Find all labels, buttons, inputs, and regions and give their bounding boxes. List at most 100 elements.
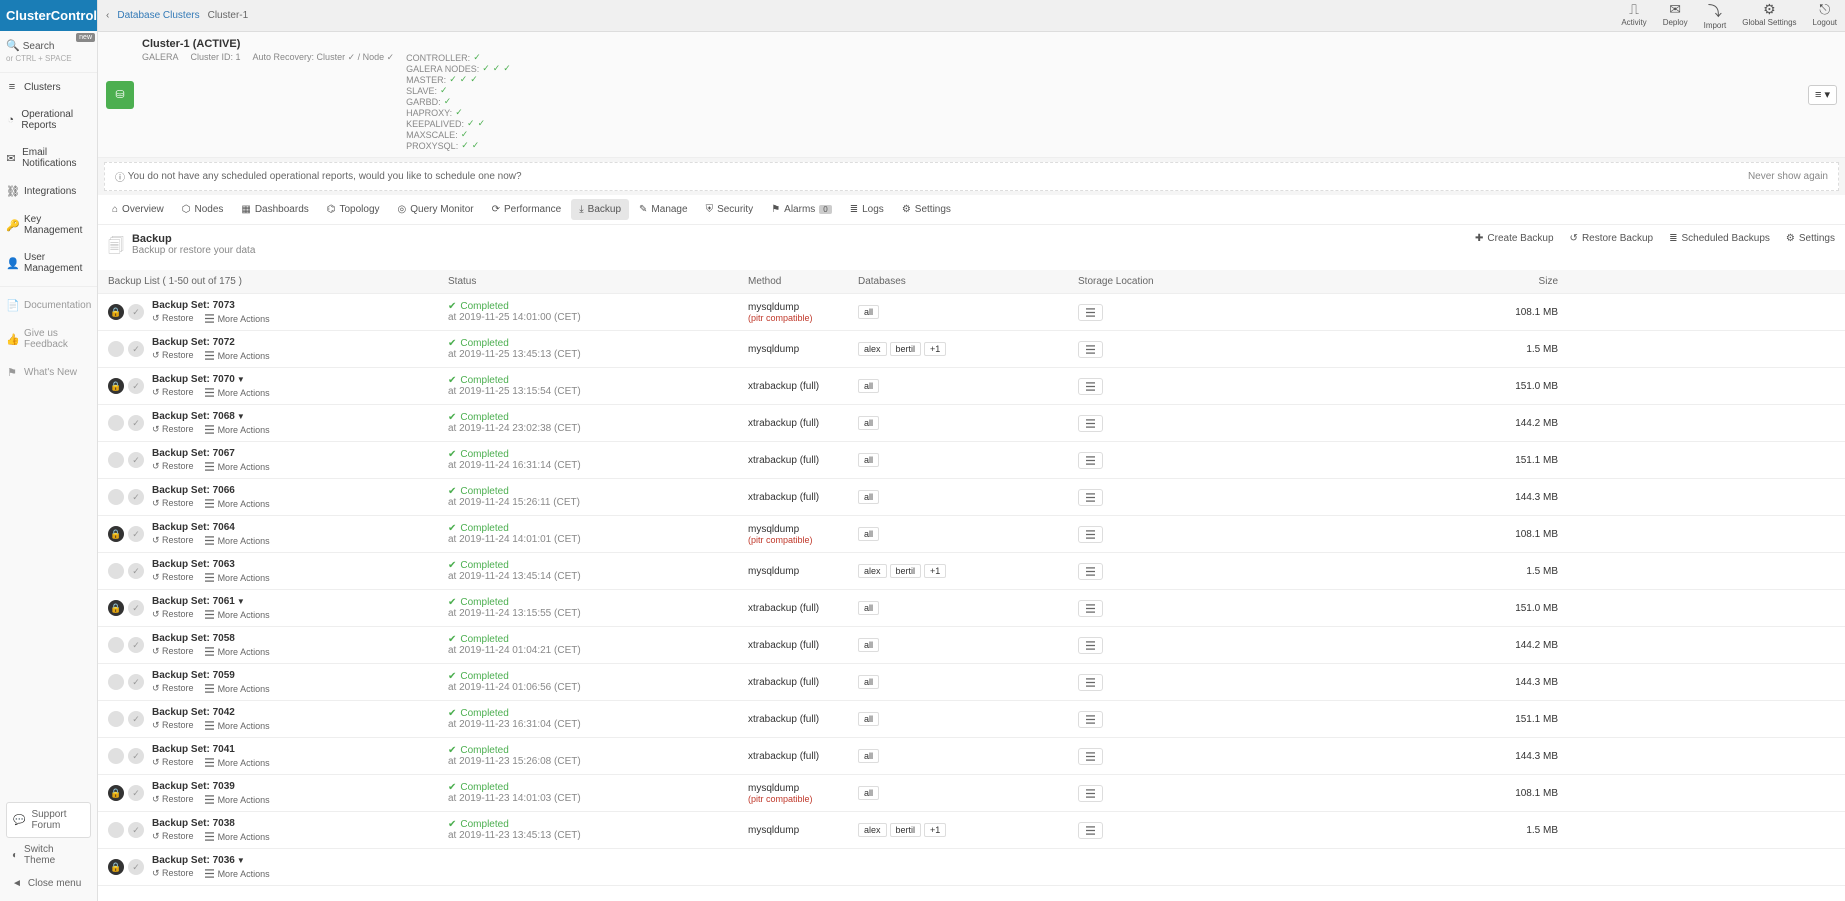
backup-name[interactable]: Backup Set: 7064 — [152, 522, 270, 533]
storage-button[interactable] — [1078, 452, 1103, 469]
nav-key-management[interactable]: 🔑Key Management — [0, 206, 97, 244]
more-actions[interactable]: More Actions — [204, 572, 270, 583]
restore-action[interactable]: ↺ Restore — [152, 461, 194, 472]
nav-integrations[interactable]: ⛓Integrations — [0, 177, 97, 206]
tab-dashboards[interactable]: ▦Dashboards — [233, 199, 316, 220]
tab-nodes[interactable]: ⬡Nodes — [174, 199, 232, 220]
storage-button[interactable] — [1078, 415, 1103, 432]
restore-action[interactable]: ↺ Restore — [152, 868, 194, 879]
storage-button[interactable] — [1078, 304, 1103, 321]
switch-theme-button[interactable]: ◐Switch Theme — [6, 838, 91, 872]
more-actions[interactable]: More Actions — [204, 424, 270, 435]
more-actions[interactable]: More Actions — [204, 646, 270, 657]
tab-security[interactable]: ⛨Security — [698, 199, 762, 220]
page-action-scheduled-backups[interactable]: ≣Scheduled Backups — [1669, 233, 1770, 244]
storage-button[interactable] — [1078, 674, 1103, 691]
page-action-restore-backup[interactable]: ↺Restore Backup — [1570, 233, 1654, 244]
storage-button[interactable] — [1078, 600, 1103, 617]
restore-action[interactable]: ↺ Restore — [152, 794, 194, 805]
storage-button[interactable] — [1078, 341, 1103, 358]
top-action-deploy[interactable]: ✉Deploy — [1663, 1, 1688, 30]
backup-name[interactable]: Backup Set: 7066 — [152, 485, 270, 496]
backup-name[interactable]: Backup Set: 7039 — [152, 781, 270, 792]
more-actions[interactable]: More Actions — [204, 831, 270, 842]
more-actions[interactable]: More Actions — [204, 868, 270, 879]
nav-what's-new[interactable]: ⚑What's New — [0, 358, 97, 387]
restore-action[interactable]: ↺ Restore — [152, 646, 194, 657]
support-forum-button[interactable]: 💬Support Forum — [6, 802, 91, 838]
restore-action[interactable]: ↺ Restore — [152, 572, 194, 583]
restore-action[interactable]: ↺ Restore — [152, 535, 194, 546]
backup-name[interactable]: Backup Set: 7070▼ — [152, 374, 270, 385]
tab-overview[interactable]: ⌂Overview — [104, 199, 172, 220]
tab-manage[interactable]: ✎Manage — [631, 199, 696, 220]
restore-action[interactable]: ↺ Restore — [152, 831, 194, 842]
more-actions[interactable]: More Actions — [204, 387, 270, 398]
page-action-settings[interactable]: ⚙Settings — [1786, 233, 1835, 244]
backup-name[interactable]: Backup Set: 7061▼ — [152, 596, 270, 607]
restore-action[interactable]: ↺ Restore — [152, 720, 194, 731]
tab-backup[interactable]: ⤓Backup — [571, 199, 629, 220]
nav-email-notifications[interactable]: ✉Email Notifications — [0, 139, 97, 177]
backup-name[interactable]: Backup Set: 7068▼ — [152, 411, 270, 422]
backup-name[interactable]: Backup Set: 7059 — [152, 670, 270, 681]
nav-give-us-feedback[interactable]: 👍Give us Feedback — [0, 320, 97, 358]
more-actions[interactable]: More Actions — [204, 757, 270, 768]
restore-action[interactable]: ↺ Restore — [152, 424, 194, 435]
backup-name[interactable]: Backup Set: 7073 — [152, 300, 270, 311]
top-action-logout[interactable]: ⎋Logout — [1813, 1, 1837, 30]
storage-button[interactable] — [1078, 526, 1103, 543]
nav-documentation[interactable]: 📄Documentation — [0, 291, 97, 320]
more-actions[interactable]: More Actions — [204, 350, 270, 361]
more-actions[interactable]: More Actions — [204, 609, 270, 620]
restore-action[interactable]: ↺ Restore — [152, 498, 194, 509]
top-action-activity[interactable]: ⎍Activity — [1621, 1, 1646, 30]
nav-clusters[interactable]: ≡Clusters — [0, 73, 97, 101]
more-actions[interactable]: More Actions — [204, 720, 270, 731]
storage-button[interactable] — [1078, 711, 1103, 728]
storage-button[interactable] — [1078, 822, 1103, 839]
tab-query-monitor[interactable]: ◎Query Monitor — [390, 199, 482, 220]
nav-user-management[interactable]: 👤User Management — [0, 244, 97, 282]
page-action-create-backup[interactable]: ✚Create Backup — [1475, 233, 1554, 244]
storage-button[interactable] — [1078, 489, 1103, 506]
backup-name[interactable]: Backup Set: 7072 — [152, 337, 270, 348]
search-box[interactable]: 🔍 Search or CTRL + SPACE new — [0, 31, 97, 73]
restore-action[interactable]: ↺ Restore — [152, 387, 194, 398]
storage-button[interactable] — [1078, 563, 1103, 580]
restore-action[interactable]: ↺ Restore — [152, 757, 194, 768]
backup-name[interactable]: Backup Set: 7041 — [152, 744, 270, 755]
backup-name[interactable]: Backup Set: 7042 — [152, 707, 270, 718]
more-actions[interactable]: More Actions — [204, 535, 270, 546]
backup-name[interactable]: Backup Set: 7063 — [152, 559, 270, 570]
restore-action[interactable]: ↺ Restore — [152, 350, 194, 361]
brand-logo[interactable]: ClusterControl — [0, 0, 97, 31]
top-action-import[interactable]: ⤵Import — [1704, 1, 1727, 30]
top-action-global-settings[interactable]: ⚙Global Settings — [1742, 1, 1796, 30]
breadcrumb-parent[interactable]: Database Clusters — [117, 10, 199, 21]
backup-name[interactable]: Backup Set: 7058 — [152, 633, 270, 644]
more-actions[interactable]: More Actions — [204, 794, 270, 805]
restore-action[interactable]: ↺ Restore — [152, 683, 194, 694]
more-actions[interactable]: More Actions — [204, 498, 270, 509]
tab-performance[interactable]: ⟳Performance — [484, 199, 570, 220]
breadcrumb-back[interactable]: ‹ — [106, 10, 109, 21]
backup-name[interactable]: Backup Set: 7036▼ — [152, 855, 270, 866]
tab-logs[interactable]: ≣Logs — [842, 199, 892, 220]
storage-button[interactable] — [1078, 637, 1103, 654]
storage-button[interactable] — [1078, 378, 1103, 395]
more-actions[interactable]: More Actions — [204, 461, 270, 472]
nav-operational-reports[interactable]: ◔Operational Reports — [0, 101, 97, 139]
close-menu-button[interactable]: ◄Close menu — [6, 872, 91, 895]
storage-button[interactable] — [1078, 748, 1103, 765]
tab-alarms[interactable]: ⚑Alarms0 — [763, 199, 840, 220]
backup-name[interactable]: Backup Set: 7038 — [152, 818, 270, 829]
tab-topology[interactable]: ⌬Topology — [319, 199, 388, 220]
banner-dismiss[interactable]: Never show again — [1748, 171, 1828, 182]
more-actions[interactable]: More Actions — [204, 313, 270, 324]
cluster-menu-toggle[interactable]: ≡ ▾ — [1808, 85, 1837, 105]
restore-action[interactable]: ↺ Restore — [152, 609, 194, 620]
more-actions[interactable]: More Actions — [204, 683, 270, 694]
storage-button[interactable] — [1078, 785, 1103, 802]
restore-action[interactable]: ↺ Restore — [152, 313, 194, 324]
